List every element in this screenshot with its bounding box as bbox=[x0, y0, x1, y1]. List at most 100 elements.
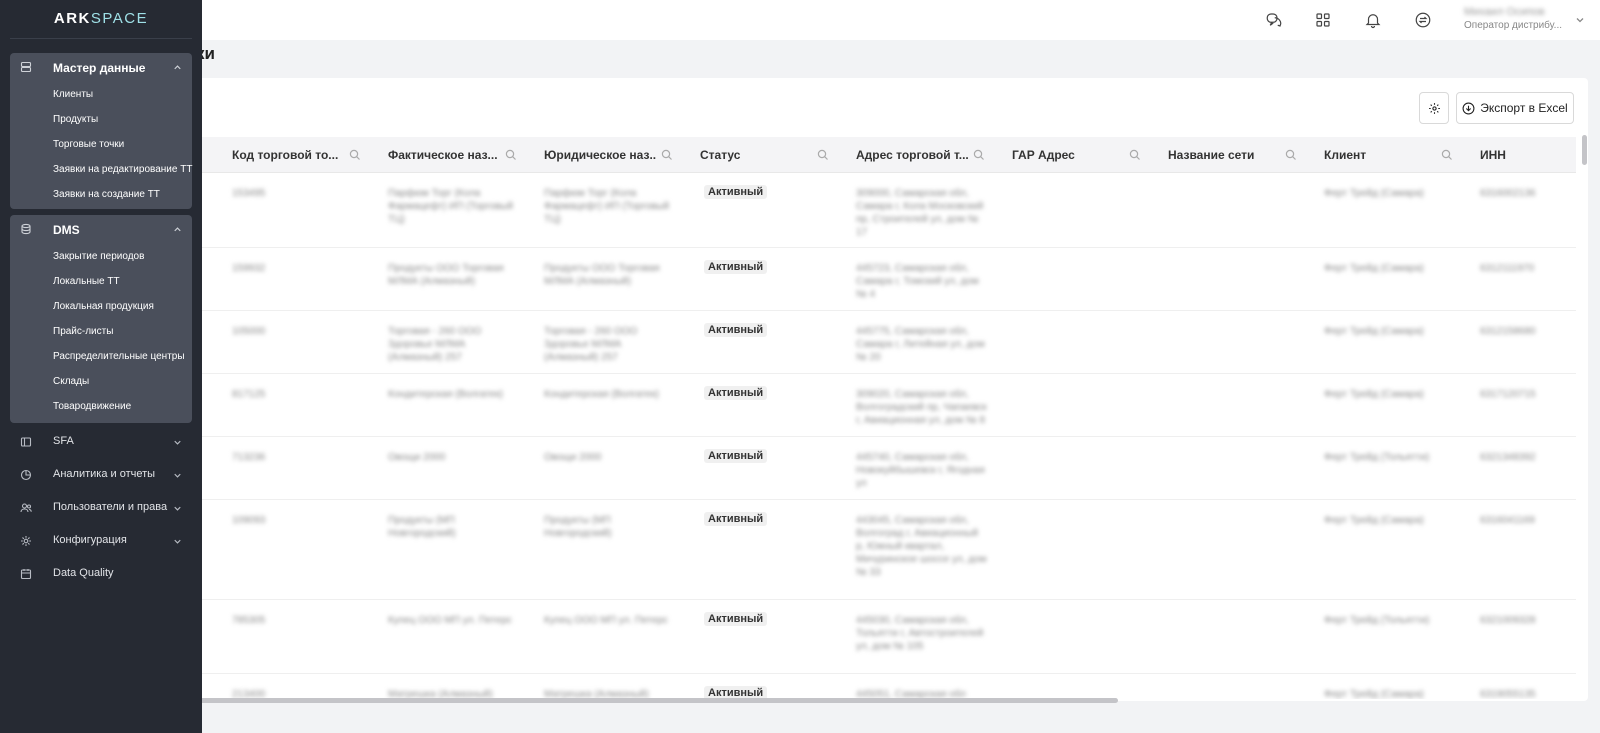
database-icon bbox=[20, 61, 32, 73]
chevron-up-icon[interactable] bbox=[172, 224, 183, 235]
export-label: Экспорт в Excel bbox=[1480, 101, 1568, 115]
search-icon[interactable] bbox=[661, 149, 673, 161]
cell-address: 309020, Самарская обл, Волгоградский пр,… bbox=[856, 389, 987, 426]
sidebar-item-config[interactable]: Конфигурация bbox=[0, 527, 202, 555]
chevron-down-icon bbox=[174, 539, 181, 544]
sidebar-group-header-master-data[interactable]: Мастер данные bbox=[10, 53, 192, 81]
calendar-icon bbox=[20, 569, 32, 580]
column-header-6[interactable]: ГАР Адрес bbox=[1012, 137, 1162, 173]
apps-grid-icon[interactable] bbox=[1312, 9, 1334, 31]
status-badge: Активный bbox=[704, 449, 768, 463]
column-header-8[interactable]: Клиент bbox=[1324, 137, 1474, 173]
cell-client: Ферт Трейд (Тольятти) bbox=[1324, 452, 1430, 463]
table-row[interactable]: 213400 Матрешка (Алмазный) Матрешка (Алмаз… bbox=[196, 674, 1576, 699]
users-icon bbox=[20, 503, 32, 513]
sidebar-item-master-1[interactable]: Клиенты bbox=[53, 89, 93, 100]
column-header-1[interactable]: Код торговой то... bbox=[232, 137, 382, 173]
cell-fact: Кондитерская (Волгатек) bbox=[388, 389, 503, 400]
table-row[interactable]: 785305 Купец ООО МП ул. Петерс Купец ООО М… bbox=[196, 600, 1576, 674]
column-header-4[interactable]: Статус bbox=[700, 137, 850, 173]
sidebar-group-header-dms[interactable]: DMS bbox=[10, 215, 192, 243]
sidebar-item-master-2[interactable]: Продукты bbox=[53, 114, 98, 125]
sidebar-item-dms-1[interactable]: Закрытие периодов bbox=[53, 251, 144, 262]
search-icon[interactable] bbox=[1129, 149, 1141, 161]
sidebar-item-master-3[interactable]: Торговые точки bbox=[53, 139, 124, 150]
table-settings-button[interactable] bbox=[1419, 92, 1449, 124]
sync-icon[interactable] bbox=[1412, 9, 1434, 31]
cell-legal: Парфюм Торг (Кола Фармацефт) ИП (Торговы… bbox=[544, 188, 670, 225]
cell-address: 445030, Самарская обл, Тольятти г, Автос… bbox=[856, 615, 984, 652]
column-header-2[interactable]: Фактическое наз... bbox=[388, 137, 538, 173]
cell-inn: 6321348392 bbox=[1480, 452, 1536, 463]
layout-icon bbox=[20, 437, 32, 447]
cell-fact: Торговая - 260 ООО Здоровье МЛМА (Алмазн… bbox=[388, 326, 482, 363]
cell-legal: Овощи 2000 bbox=[544, 452, 602, 463]
top-header: Михаил Осипов Оператор дистрибу... bbox=[0, 0, 1600, 40]
trade-points-table: Код торговой то... Фактическое наз... Юрид… bbox=[196, 137, 1576, 699]
table-row[interactable]: 105000 Торговая - 260 ООО Здоровье МЛМА (… bbox=[196, 311, 1576, 374]
search-icon[interactable] bbox=[973, 149, 985, 161]
chevron-down-icon[interactable] bbox=[1574, 14, 1586, 26]
sidebar-item-label: Data Quality bbox=[53, 567, 114, 579]
sidebar-item-dms-7[interactable]: Товародвижение bbox=[53, 401, 131, 412]
database-icon bbox=[21, 223, 31, 235]
chevron-down-icon bbox=[174, 473, 181, 478]
user-menu[interactable]: Михаил Осипов Оператор дистрибу... bbox=[1464, 6, 1584, 31]
cell-client: Ферт Трейд (Самара) bbox=[1324, 389, 1424, 400]
search-icon[interactable] bbox=[1441, 149, 1453, 161]
column-header-5[interactable]: Адрес торговой т... bbox=[856, 137, 1006, 173]
export-excel-button[interactable]: Экспорт в Excel bbox=[1456, 92, 1574, 124]
column-header-label: Адрес торговой т... bbox=[856, 148, 968, 162]
table-row[interactable]: 109093 Продукты (МП Новгородский) Продукты… bbox=[196, 500, 1576, 600]
sidebar-item-label: Пользователи и права bbox=[53, 501, 168, 513]
column-header-7[interactable]: Название сети bbox=[1168, 137, 1318, 173]
pie-chart-icon bbox=[20, 469, 32, 481]
sidebar-item-dms-5[interactable]: Распределительные центры bbox=[53, 351, 185, 362]
cell-code: 109093 bbox=[232, 515, 266, 526]
sidebar-item-sfa[interactable]: SFA bbox=[0, 428, 202, 456]
table-row[interactable]: 817125 Кондитерская (Волгатек) Кондитерска… bbox=[196, 374, 1576, 437]
sidebar-item-master-5[interactable]: Заявки на создание ТТ bbox=[53, 189, 160, 200]
cell-legal: Купец ООО МП ул. Петерс bbox=[544, 615, 668, 626]
download-icon bbox=[1462, 102, 1475, 114]
column-header-3[interactable]: Юридическое наз... bbox=[544, 137, 694, 173]
cell-client: Ферт Трейд (Самара) bbox=[1324, 326, 1424, 337]
cell-code: 105000 bbox=[232, 326, 266, 337]
sidebar-group-master-data: Мастер данные Клиенты Продукты Торговые то… bbox=[10, 53, 192, 209]
column-header-9[interactable]: ИНН bbox=[1480, 137, 1576, 173]
sidebar-item-analytics[interactable]: Аналитика и отчеты bbox=[0, 461, 202, 489]
sidebar-item-dms-3[interactable]: Локальная продукция bbox=[53, 301, 154, 312]
search-icon[interactable] bbox=[349, 149, 361, 161]
sidebar-item-label: Аналитика и отчеты bbox=[53, 468, 156, 480]
sidebar-item-users[interactable]: Пользователи и права bbox=[0, 494, 202, 522]
sidebar-item-dms-6[interactable]: Склады bbox=[53, 376, 89, 387]
table-row[interactable]: 159932 Продукты ООО Торговая МЛМА (Алмазн… bbox=[196, 248, 1576, 311]
cell-inn: 6316002136 bbox=[1480, 188, 1536, 199]
cell-inn: 6316041169 bbox=[1480, 515, 1535, 526]
logo: ARKSPACE bbox=[53, 10, 149, 27]
sidebar-item-dms-2[interactable]: Локальные ТТ bbox=[53, 276, 120, 287]
cell-address: 443045, Самарская обл, Волгоград г, Авиа… bbox=[856, 515, 987, 578]
sidebar-item-dms-4[interactable]: Прайс-листы bbox=[53, 326, 113, 337]
vertical-scrollbar[interactable] bbox=[1582, 135, 1587, 165]
sidebar-item-data-quality[interactable]: Data Quality bbox=[0, 560, 202, 588]
chat-help-icon[interactable] bbox=[1263, 9, 1285, 31]
cell-code: 153495 bbox=[232, 188, 266, 199]
search-icon[interactable] bbox=[505, 149, 517, 161]
table-row[interactable]: 713236 Овощи 2000 Овощи 2000 445740, Самарс… bbox=[196, 437, 1576, 500]
sidebar-group-title: DMS bbox=[53, 223, 80, 237]
sidebar-item-label: Конфигурация bbox=[53, 534, 127, 546]
gear-icon bbox=[1428, 102, 1440, 114]
search-icon[interactable] bbox=[817, 149, 829, 161]
cell-client: Ферт Трейд (Самара) bbox=[1324, 263, 1424, 274]
cell-inn: 6319055135 bbox=[1480, 689, 1536, 699]
status-badge: Активный bbox=[704, 323, 768, 337]
table-row[interactable]: 153495 Парфюм Торг (Кола Фармацефт) ИП (Т… bbox=[196, 173, 1576, 248]
sidebar-item-master-4[interactable]: Заявки на редактирование ТТ bbox=[53, 164, 192, 175]
column-header-label: Клиент bbox=[1324, 148, 1367, 162]
chevron-up-icon[interactable] bbox=[172, 62, 183, 73]
bell-icon[interactable] bbox=[1362, 9, 1384, 31]
horizontal-scrollbar[interactable] bbox=[200, 698, 1118, 703]
search-icon[interactable] bbox=[1285, 149, 1297, 161]
cell-fact: Продукты ООО Торговая МЛМА (Алмазный) bbox=[388, 263, 504, 287]
